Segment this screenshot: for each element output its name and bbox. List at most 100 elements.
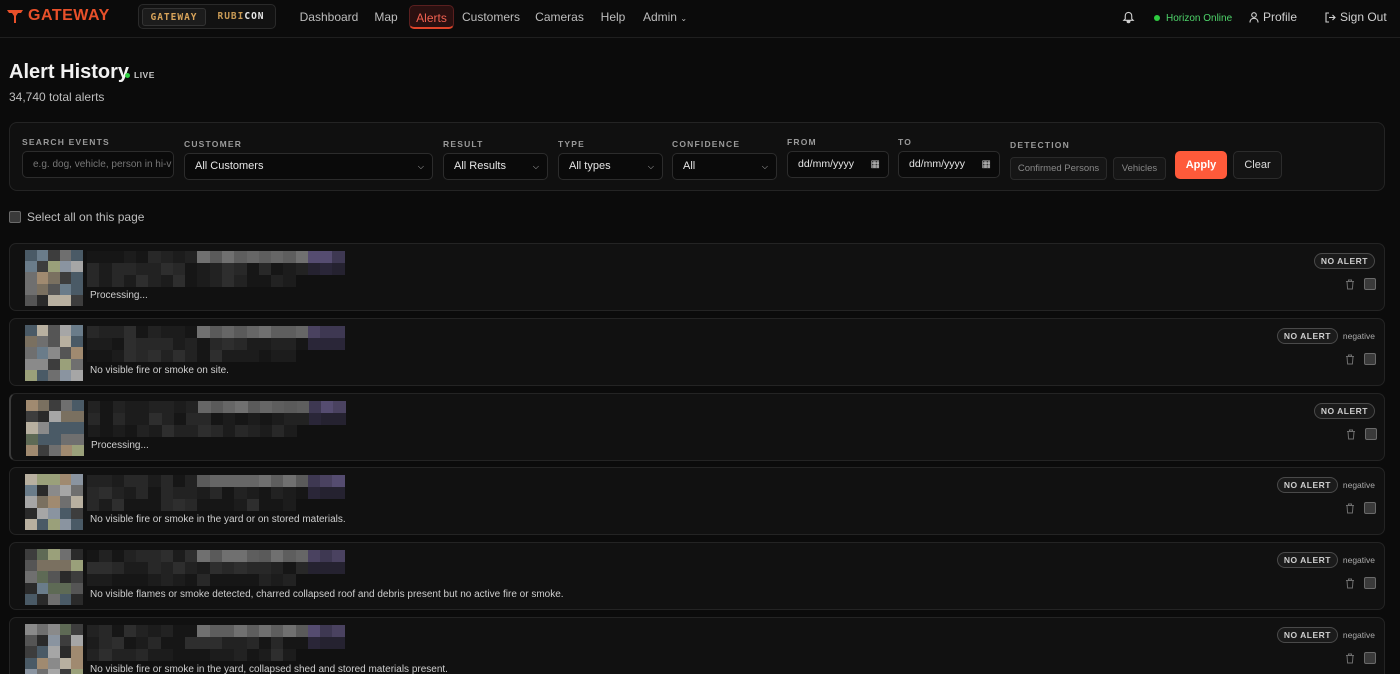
redaction-pixel [307,338,321,350]
nav-alerts[interactable]: Alerts [409,5,454,29]
row-checkbox[interactable] [1364,353,1376,365]
redaction-pixel [148,350,161,362]
redaction-pixel [173,425,187,437]
profile-link[interactable]: Profile [1249,0,1297,34]
redaction-pixel [246,637,259,649]
trash-icon[interactable] [1345,653,1355,664]
alert-thumbnail[interactable] [25,474,83,530]
redaction-pixel [344,275,357,287]
from-date-input[interactable]: dd/mm/yyyy ▦ [787,151,889,178]
redaction-pixel [234,637,247,649]
detection-vehicles-toggle[interactable]: Vehicles [1113,157,1166,180]
thumbnail-pixel [59,571,72,583]
redaction-pixel [111,625,124,637]
select-all-control[interactable]: Select all on this page [9,210,144,224]
alert-row[interactable]: Processing... NO ALERT [9,393,1385,461]
trash-icon[interactable] [1345,503,1355,514]
redaction-pixel [247,413,260,425]
alert-thumbnail[interactable] [25,549,83,605]
redaction-pixel [283,574,296,586]
redaction-pixel [272,401,285,413]
row-checkbox[interactable] [1364,502,1376,514]
status-badge: NO ALERT [1276,328,1338,344]
nav-customers[interactable]: Customers [460,5,522,29]
online-dot [1154,14,1160,21]
to-date-input[interactable]: dd/mm/yyyy ▦ [898,151,1000,178]
row-checkbox[interactable] [1364,278,1376,290]
row-checkbox[interactable] [1365,428,1377,440]
alert-row[interactable]: No visible fire or smoke in the yard or … [9,467,1385,535]
redaction-pixel [148,326,161,338]
select-all-checkbox[interactable] [9,211,21,223]
redaction-pixel [295,275,308,287]
redaction-pixel [258,251,272,263]
redaction-pixel [234,499,247,511]
redaction-pixel [123,326,137,338]
nav-map[interactable]: Map [370,5,402,29]
brand-rubicon-button[interactable]: RUBICON [211,8,271,26]
thumbnail-pixel [36,261,49,273]
redaction-pixel [99,251,112,263]
search-input[interactable]: e.g. dog, vehicle, person in hi-v [22,151,174,178]
trash-icon[interactable] [1345,354,1355,365]
brand-gateway-button[interactable]: GATEWAY [142,8,206,26]
trash-icon[interactable] [1345,578,1355,589]
redaction-pixel [99,574,112,586]
redaction-pixel [172,326,186,338]
customer-select[interactable]: All Customers ⌵ [184,153,433,180]
type-select[interactable]: All types ⌵ [558,153,663,180]
to-label: TO [898,137,913,147]
redaction-pixel [209,637,222,649]
redaction-pixel [284,413,297,425]
alert-summary: Processing... [90,290,148,301]
thumbnail-pixel [49,444,61,456]
row-checkbox[interactable] [1364,652,1376,664]
redaction-pixel [246,625,259,637]
thumbnail-pixel [59,358,72,370]
alert-thumbnail[interactable] [25,624,83,674]
redaction-pixel [160,251,173,263]
result-select[interactable]: All Results ⌵ [443,153,548,180]
alert-title-redacted [88,401,358,437]
row-checkbox[interactable] [1364,577,1376,589]
calendar-icon[interactable]: ▦ [982,152,991,177]
redaction-pixel [258,550,272,562]
redaction-pixel [123,574,137,586]
redaction-pixel [344,350,357,362]
nav-admin[interactable]: Admin ⌄ [640,5,690,29]
redaction-pixel [197,562,210,574]
thumbnail-pixel [26,444,38,456]
redaction-pixel [221,574,235,586]
trash-icon[interactable] [1345,279,1355,290]
detection-confirmed-persons-toggle[interactable]: Confirmed Persons [1010,157,1107,180]
redaction-pixel [88,401,101,413]
redaction-pixel [283,338,296,350]
bell-icon[interactable] [1122,0,1135,34]
redaction-pixel [99,263,112,275]
alert-thumbnail[interactable] [25,325,83,381]
alert-row[interactable]: No visible fire or smoke in the yard, co… [9,617,1385,674]
redaction-pixel [198,401,211,413]
redaction-pixel [172,649,186,661]
logo[interactable]: GATEWAY [6,7,110,25]
apply-button[interactable]: Apply [1175,151,1227,179]
alert-row[interactable]: No visible flames or smoke detected, cha… [9,542,1385,610]
nav-help[interactable]: Help [596,5,630,29]
calendar-icon[interactable]: ▦ [871,152,880,177]
redaction-pixel [160,499,173,511]
nav-cameras[interactable]: Cameras [532,5,587,29]
alert-thumbnail[interactable] [26,400,84,456]
sign-out-link[interactable]: Sign Out [1325,0,1387,34]
clear-button[interactable]: Clear [1233,151,1282,179]
redaction-pixel [87,338,100,350]
chevron-down-icon: ⌵ [647,162,654,171]
alert-summary: No visible fire or smoke in the yard, co… [90,664,448,674]
nav-dashboard[interactable]: Dashboard [296,5,362,29]
alert-thumbnail[interactable] [25,250,83,306]
confidence-select[interactable]: All ⌵ [672,153,777,180]
alert-row[interactable]: Processing... NO ALERT [9,243,1385,311]
trash-icon[interactable] [1346,429,1356,440]
alert-row[interactable]: No visible fire or smoke on site. NO ALE… [9,318,1385,386]
thumbnail-pixel [48,560,60,572]
thumbnail-pixel [59,635,72,647]
